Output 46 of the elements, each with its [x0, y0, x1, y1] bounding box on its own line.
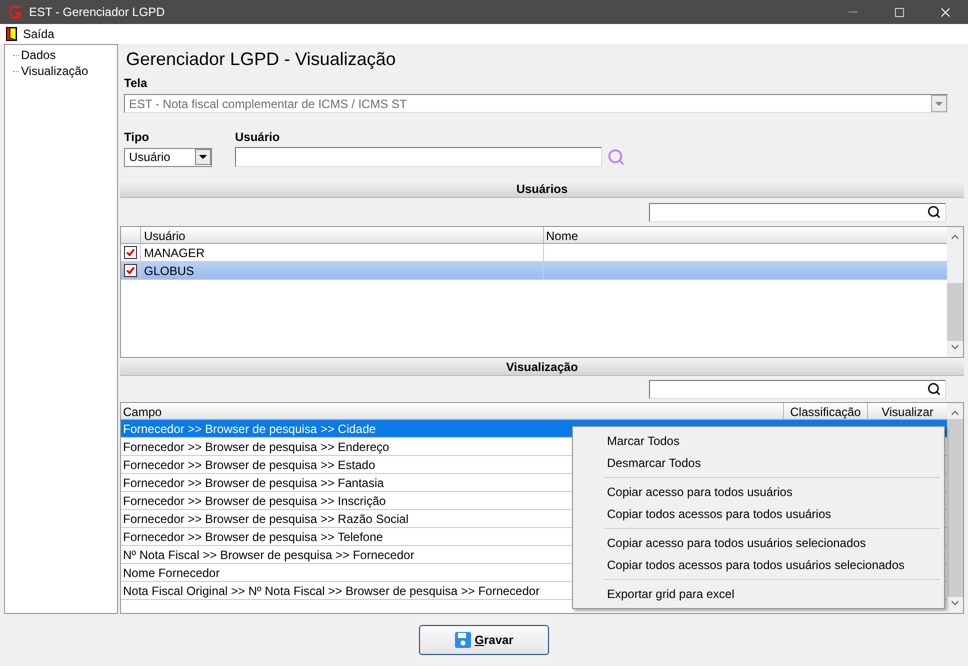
column-header[interactable]: Campo: [121, 403, 784, 419]
tree-item[interactable]: Dados: [21, 46, 56, 64]
table-cell-text: Fornecedor >> Browser de pesquisa >> Inscrição: [123, 492, 386, 510]
table-row[interactable]: GLOBUS: [121, 262, 947, 280]
table-cell-text: Fornecedor >> Browser de pesquisa >> Fantasia: [123, 474, 384, 492]
table-cell: MANAGER: [141, 244, 544, 261]
search-icon: [927, 382, 941, 396]
search-field[interactable]: [649, 380, 946, 398]
column-header[interactable]: Visualizar: [868, 403, 947, 419]
save-button[interactable]: Gravar: [419, 625, 549, 655]
search-icon: [927, 205, 941, 219]
app-logo-icon: [6, 4, 23, 20]
page-heading: Gerenciador LGPD - Visualização: [126, 48, 396, 71]
search-field[interactable]: [649, 202, 946, 222]
column-header[interactable]: Nome: [544, 227, 947, 243]
user-field[interactable]: [235, 147, 602, 167]
field-label: Tela: [124, 75, 148, 92]
table-cell-text: Nome Fornecedor: [123, 564, 220, 582]
column-header[interactable]: Usuário: [141, 227, 544, 243]
checkbox[interactable]: [124, 246, 137, 259]
scrollbar[interactable]: [947, 403, 963, 613]
table-cell-text: Nº Nota Fiscal >> Browser de pesquisa >> Fornecedor: [123, 546, 414, 564]
table-cell-text: Fornecedor >> Browser de pesquisa >> Endereço: [123, 438, 390, 456]
table-cell-text: Fornecedor >> Browser de pesquisa >> Cidade: [123, 420, 376, 438]
exit-door-icon: [6, 27, 17, 41]
field-label: Tipo: [124, 129, 150, 146]
search-icon: [607, 148, 625, 166]
maximize-icon: [894, 6, 904, 18]
table-cell-text: Fornecedor >> Browser de pesquisa >> Estado: [123, 456, 376, 474]
window-title: EST - Gerenciador LGPD: [29, 4, 165, 21]
table-row[interactable]: MANAGER: [121, 244, 947, 262]
table-cell: GLOBUS: [141, 262, 544, 279]
table-cell-text: Fornecedor >> Browser de pesquisa >> Telefone: [123, 528, 383, 546]
field-label: Usuário: [235, 129, 280, 146]
section-header: Usuários: [120, 180, 964, 198]
column-header[interactable]: Classificação: [784, 403, 868, 419]
tree-item[interactable]: Visualização: [21, 62, 88, 80]
table-cell-text: Fornecedor >> Browser de pesquisa >> Razão Social: [123, 510, 408, 528]
checkbox[interactable]: [124, 264, 137, 277]
dropdown-arrow-icon: [199, 155, 207, 159]
type-select[interactable]: Usuário: [124, 148, 212, 166]
scrollbar[interactable]: [947, 227, 963, 357]
table-cell-text: Nota Fiscal Original >> Nº Nota Fiscal >> Browser de pesquisa >> Fornecedor: [123, 582, 540, 600]
menu-item[interactable]: Saída: [6, 25, 54, 43]
dropdown-arrow-icon: [935, 102, 943, 106]
section-header: Visualização: [120, 358, 964, 376]
